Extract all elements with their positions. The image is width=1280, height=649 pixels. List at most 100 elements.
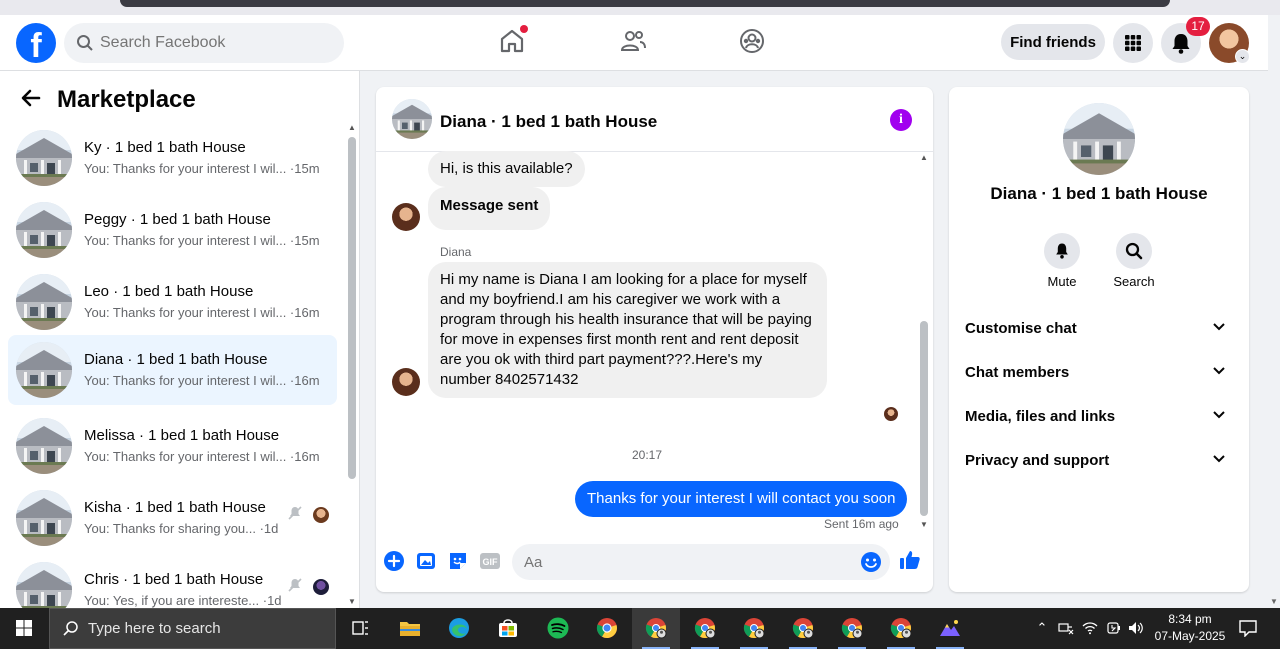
privacy-support-section[interactable]: Privacy and support bbox=[957, 439, 1241, 483]
account-chevron-down-icon[interactable]: ⌄ bbox=[1235, 49, 1250, 64]
taskbar-microsoft-store[interactable] bbox=[484, 608, 532, 649]
scroll-down-arrow-icon[interactable]: ▼ bbox=[348, 597, 356, 606]
home-nav-button[interactable] bbox=[498, 25, 528, 55]
conversation-item[interactable]: Chris · 1 bed 1 bath House You: Yes, if … bbox=[8, 555, 337, 608]
listing-thumbnail bbox=[16, 418, 72, 474]
back-arrow-icon[interactable] bbox=[20, 87, 44, 111]
media-files-links-section[interactable]: Media, files and links bbox=[957, 395, 1241, 439]
wifi-icon[interactable] bbox=[1082, 620, 1098, 636]
scrollbar-thumb[interactable] bbox=[920, 321, 928, 516]
search-facebook-box[interactable] bbox=[64, 23, 344, 63]
find-friends-button[interactable]: Find friends bbox=[1001, 24, 1105, 60]
task-view-button[interactable] bbox=[336, 608, 384, 649]
search-in-conversation-button[interactable]: Search bbox=[1104, 233, 1164, 289]
thumbs-up-icon[interactable] bbox=[899, 549, 921, 571]
scrollbar-thumb[interactable] bbox=[348, 137, 356, 479]
chat-details-panel: Diana · 1 bed 1 bath House Mute Search C… bbox=[949, 87, 1249, 592]
listing-avatar-large[interactable] bbox=[1063, 103, 1135, 175]
section-label: Media, files and links bbox=[965, 408, 1116, 425]
taskbar-chrome-profile[interactable] bbox=[877, 608, 925, 649]
details-title: Diana · 1 bed 1 bath House bbox=[990, 184, 1208, 203]
mute-label: Mute bbox=[1047, 274, 1077, 289]
taskbar-spotify[interactable] bbox=[534, 608, 582, 649]
clock-time: 8:34 pm bbox=[1168, 612, 1212, 626]
search-button-circle[interactable] bbox=[1116, 233, 1152, 269]
plus-circle-icon[interactable] bbox=[383, 550, 405, 572]
friends-nav-button[interactable] bbox=[619, 27, 647, 55]
participant-avatar bbox=[313, 579, 329, 595]
taskbar-chrome-profile[interactable] bbox=[681, 608, 729, 649]
chevron-up-icon[interactable]: ⌃ bbox=[1034, 620, 1050, 636]
start-button[interactable] bbox=[0, 608, 48, 649]
notification-count-badge: 17 bbox=[1186, 17, 1210, 36]
battery-plug-icon[interactable] bbox=[1106, 620, 1122, 636]
volume-icon[interactable] bbox=[1128, 620, 1144, 636]
network-disconnected-icon[interactable] bbox=[1058, 620, 1074, 636]
chat-scrollbar[interactable]: ▲ ▼ bbox=[918, 153, 930, 529]
message-input-container[interactable] bbox=[512, 544, 890, 580]
taskbar-chrome-profile[interactable] bbox=[779, 608, 827, 649]
taskbar-search-input[interactable] bbox=[88, 609, 328, 648]
photo-icon[interactable] bbox=[415, 550, 437, 572]
info-icon[interactable]: i bbox=[890, 109, 912, 131]
gif-icon[interactable]: GIF bbox=[479, 550, 501, 572]
notification-center-icon[interactable] bbox=[1238, 619, 1258, 637]
mountain-app-icon bbox=[940, 620, 960, 636]
scroll-up-arrow-icon[interactable]: ▲ bbox=[348, 123, 356, 132]
conversation-item[interactable]: Kisha · 1 bed 1 bath House You: Thanks f… bbox=[8, 483, 337, 553]
chat-members-section[interactable]: Chat members bbox=[957, 351, 1241, 395]
message-input[interactable] bbox=[524, 544, 844, 580]
home-notification-dot bbox=[520, 25, 528, 33]
taskbar-chrome[interactable] bbox=[583, 608, 631, 649]
mute-button[interactable]: Mute bbox=[1032, 233, 1092, 289]
chevron-down-icon bbox=[1213, 323, 1225, 331]
chrome-profile-icon bbox=[841, 618, 863, 639]
taskbar-chrome-profile-active[interactable] bbox=[632, 608, 680, 649]
conversation-preview: You: Thanks for sharing you... ·1d bbox=[84, 521, 279, 536]
taskbar-chrome-profile[interactable] bbox=[730, 608, 778, 649]
sticker-icon[interactable] bbox=[447, 550, 469, 572]
scroll-down-arrow-icon[interactable]: ▼ bbox=[1270, 597, 1278, 606]
listing-thumbnail bbox=[16, 202, 72, 258]
emoji-icon[interactable] bbox=[860, 551, 882, 573]
taskbar-file-explorer[interactable] bbox=[386, 608, 434, 649]
listing-thumbnail bbox=[16, 342, 72, 398]
taskbar-search-box[interactable] bbox=[49, 608, 336, 649]
groups-nav-button[interactable] bbox=[738, 27, 766, 55]
conversation-item[interactable]: Leo · 1 bed 1 bath House You: Thanks for… bbox=[8, 267, 337, 337]
taskbar-app-mountain[interactable] bbox=[926, 608, 974, 649]
customise-chat-section[interactable]: Customise chat bbox=[957, 307, 1241, 351]
marketplace-conversations-sidebar: Marketplace Ky · 1 bed 1 bath House You:… bbox=[0, 71, 360, 608]
mute-button-circle[interactable] bbox=[1044, 233, 1080, 269]
taskbar-clock[interactable]: 8:34 pm 07-May-2025 bbox=[1150, 611, 1230, 645]
taskbar-chrome-profile[interactable] bbox=[828, 608, 876, 649]
groups-icon bbox=[740, 29, 764, 53]
facebook-logo[interactable]: f bbox=[16, 23, 56, 63]
page-scrollbar[interactable]: ▼ bbox=[1268, 15, 1280, 608]
sender-avatar bbox=[392, 368, 420, 396]
chrome-profile-icon bbox=[645, 618, 667, 639]
conversation-item[interactable]: Melissa · 1 bed 1 bath House You: Thanks… bbox=[8, 411, 337, 481]
scroll-down-arrow-icon[interactable]: ▼ bbox=[920, 520, 928, 529]
search-input[interactable] bbox=[100, 23, 330, 63]
listing-thumbnail bbox=[16, 562, 72, 608]
listing-thumbnail bbox=[16, 130, 72, 186]
participant-avatar bbox=[313, 507, 329, 523]
search-icon bbox=[63, 621, 78, 636]
conversation-item[interactable]: Ky · 1 bed 1 bath House You: Thanks for … bbox=[8, 123, 337, 193]
grid-menu-icon bbox=[1125, 35, 1141, 51]
conversation-name: Ky · 1 bed 1 bath House bbox=[84, 139, 246, 156]
chat-listing-avatar[interactable] bbox=[392, 99, 432, 139]
chevron-down-icon bbox=[1213, 367, 1225, 375]
chrome-profile-icon bbox=[694, 618, 716, 639]
top-navigation-bar: f Find friends 17 ⌄ bbox=[0, 15, 1268, 71]
windows-taskbar: ⌃ 8:34 pm 07-May-2025 bbox=[0, 608, 1280, 649]
menu-button[interactable] bbox=[1113, 23, 1153, 63]
search-icon bbox=[77, 35, 93, 51]
chat-title[interactable]: Diana · 1 bed 1 bath House bbox=[440, 112, 657, 132]
scroll-up-arrow-icon[interactable]: ▲ bbox=[920, 153, 928, 162]
conversation-item-active[interactable]: Diana · 1 bed 1 bath House You: Thanks f… bbox=[8, 335, 337, 405]
sidebar-scrollbar[interactable]: ▲ ▼ bbox=[346, 123, 358, 608]
conversation-item[interactable]: Peggy · 1 bed 1 bath House You: Thanks f… bbox=[8, 195, 337, 265]
taskbar-edge[interactable] bbox=[435, 608, 483, 649]
